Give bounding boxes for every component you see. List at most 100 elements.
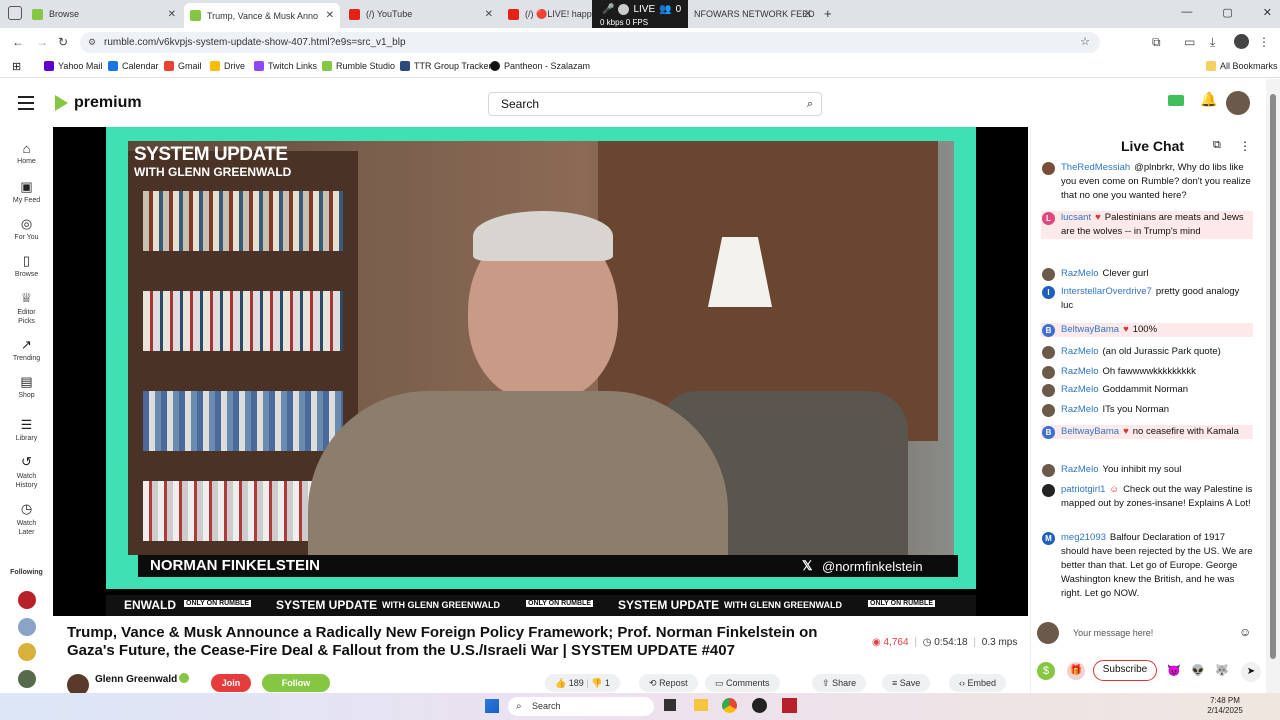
gift-icon[interactable]: 🎁 bbox=[1067, 662, 1085, 680]
repost-button[interactable]: ⟲ Repost bbox=[639, 674, 698, 692]
tab-youtube[interactable]: (/) YouTube ✕ bbox=[343, 4, 499, 24]
chat-user-avatar[interactable] bbox=[1042, 384, 1055, 397]
chat-menu-icon[interactable]: ⋮ bbox=[1239, 139, 1251, 153]
embed-button[interactable]: ‹› Embed bbox=[949, 674, 1007, 692]
chrome-icon[interactable] bbox=[722, 698, 737, 713]
scrollbar-thumb[interactable] bbox=[1270, 94, 1276, 659]
file-explorer-icon[interactable] bbox=[694, 699, 708, 711]
profile-avatar[interactable] bbox=[1234, 34, 1249, 49]
maximize-icon[interactable]: ▢ bbox=[1222, 6, 1232, 19]
nav-library[interactable]: ☰ Library bbox=[0, 417, 53, 442]
search-icon[interactable]: ⌕ bbox=[807, 93, 813, 115]
page-scrollbar[interactable] bbox=[1266, 79, 1280, 693]
close-tab-icon[interactable]: ✕ bbox=[326, 10, 334, 21]
follow-button[interactable]: Follow bbox=[262, 674, 330, 692]
chat-username[interactable]: BeltwayBama bbox=[1061, 426, 1119, 437]
bookmark-ttr-group-tracker[interactable]: TTR Group Tracker bbox=[400, 61, 492, 71]
nav-for-you[interactable]: ◎ For You bbox=[0, 216, 53, 241]
chat-username[interactable]: RazMelo bbox=[1061, 366, 1099, 377]
task-view-icon[interactable] bbox=[664, 699, 676, 711]
emote-icon[interactable]: 😈 bbox=[1167, 664, 1181, 677]
chat-user-avatar[interactable]: I bbox=[1042, 286, 1055, 299]
chat-username[interactable]: meg21093 bbox=[1061, 532, 1106, 543]
tab-infowars[interactable]: NFOWARS NETWORK FEED ✕ bbox=[688, 4, 818, 24]
tab-active-video[interactable]: Trump, Vance & Musk Anno ✕ bbox=[184, 3, 340, 28]
reload-icon[interactable]: ↻ bbox=[58, 35, 68, 49]
notifications-bell-icon[interactable]: 🔔 bbox=[1200, 91, 1217, 108]
nav-watch-history[interactable]: ↺ Watch History bbox=[0, 454, 53, 490]
new-tab-icon[interactable]: + bbox=[824, 6, 832, 21]
chat-username[interactable]: InterstellarOverdrive7 bbox=[1061, 286, 1152, 297]
nav-editor-picks[interactable]: ♕ Editor Picks bbox=[0, 290, 53, 326]
emote-icon[interactable]: 👽 bbox=[1191, 664, 1205, 677]
site-info-icon[interactable]: ⚙ bbox=[88, 32, 96, 53]
subscribe-button[interactable]: Subscribe bbox=[1093, 660, 1157, 681]
all-bookmarks[interactable]: All Bookmarks bbox=[1206, 61, 1278, 71]
close-tab-icon[interactable]: ✕ bbox=[485, 9, 493, 20]
chat-user-avatar[interactable] bbox=[1042, 366, 1055, 379]
chat-user-avatar[interactable] bbox=[1042, 346, 1055, 359]
address-bar[interactable]: ⚙ rumble.com/v6kvpjs-system-update-show-… bbox=[80, 32, 1100, 53]
tab-browse[interactable]: Browse ✕ bbox=[26, 4, 182, 24]
bookmark-calendar[interactable]: Calendar bbox=[108, 61, 159, 71]
chat-username[interactable]: TheRedMessiah bbox=[1061, 162, 1130, 173]
chat-username[interactable]: RazMelo bbox=[1061, 384, 1099, 395]
chat-username[interactable]: RazMelo bbox=[1061, 346, 1099, 357]
chat-message-input[interactable]: Your message here! bbox=[1067, 624, 1253, 642]
user-avatar[interactable] bbox=[1226, 91, 1250, 115]
bookmark-rumble-studio[interactable]: Rumble Studio bbox=[322, 61, 395, 71]
taskbar-search[interactable]: ⌕ Search bbox=[508, 697, 654, 716]
chat-username[interactable]: RazMelo bbox=[1061, 464, 1099, 475]
menu-kebab-icon[interactable]: ⋮ bbox=[1258, 35, 1270, 49]
tab-youtube-live[interactable]: (/) 🔴LIVE! happy bbox=[502, 4, 592, 24]
chat-username[interactable]: RazMelo bbox=[1061, 268, 1099, 279]
bookmark-twitch-links[interactable]: Twitch Links bbox=[254, 61, 317, 71]
search-input[interactable]: Search ⌕ bbox=[488, 92, 822, 116]
chat-user-avatar[interactable]: B bbox=[1042, 426, 1055, 439]
following-channel-avatar[interactable] bbox=[18, 591, 36, 609]
following-channel-avatar[interactable] bbox=[18, 643, 36, 661]
windows-start-icon[interactable] bbox=[485, 699, 499, 713]
bookmark-yahoo-mail[interactable]: Yahoo Mail bbox=[44, 61, 102, 71]
rant-dollar-icon[interactable]: $ bbox=[1037, 662, 1055, 680]
nav-watch-later[interactable]: ◷ Watch Later bbox=[0, 501, 53, 537]
bookmark-gmail[interactable]: Gmail bbox=[164, 61, 202, 71]
bookmark-star-icon[interactable]: ☆ bbox=[1080, 32, 1090, 53]
close-tab-icon[interactable]: ✕ bbox=[168, 9, 176, 20]
nav-shop[interactable]: ▤ Shop bbox=[0, 374, 53, 399]
chat-user-avatar[interactable] bbox=[1042, 268, 1055, 281]
join-button[interactable]: Join bbox=[211, 674, 251, 692]
close-tab-icon[interactable]: ✕ bbox=[804, 9, 812, 20]
bookmark-drive[interactable]: Drive bbox=[210, 61, 245, 71]
forward-icon[interactable]: → bbox=[36, 35, 48, 49]
share-button[interactable]: ⇪ Share bbox=[812, 674, 867, 692]
popout-chat-icon[interactable]: ⧉ bbox=[1213, 139, 1221, 152]
chat-user-avatar[interactable] bbox=[1042, 404, 1055, 417]
chat-username[interactable]: lucsant bbox=[1061, 212, 1091, 223]
chat-user-avatar[interactable] bbox=[1042, 464, 1055, 477]
apps-grid-icon[interactable]: ⊞ bbox=[12, 60, 21, 73]
rumble-logo[interactable]: premium bbox=[52, 93, 142, 113]
tab-search-icon[interactable] bbox=[8, 6, 22, 20]
bookmark-pantheon[interactable]: Pantheon - Szalazam bbox=[490, 61, 590, 71]
app-icon[interactable] bbox=[782, 698, 797, 713]
emote-icon[interactable]: 🐺 bbox=[1215, 664, 1229, 677]
send-message-icon[interactable]: ➤ bbox=[1241, 662, 1261, 682]
nav-home[interactable]: ⌂ Home bbox=[0, 141, 53, 165]
like-dislike-button[interactable]: 👍 189 | 👎 1 bbox=[545, 674, 620, 692]
nav-browse[interactable]: ▯ Browse bbox=[0, 253, 53, 278]
chat-username[interactable]: BeltwayBama bbox=[1061, 324, 1119, 335]
save-button[interactable]: ≡ Save bbox=[882, 674, 931, 692]
download-icon[interactable]: ⤓ bbox=[1210, 35, 1215, 50]
hamburger-menu-icon[interactable] bbox=[18, 96, 34, 110]
back-icon[interactable]: ← bbox=[12, 35, 24, 49]
chat-username[interactable]: RazMelo bbox=[1061, 404, 1099, 415]
reading-list-icon[interactable]: ▭ bbox=[1184, 35, 1195, 49]
chat-user-avatar[interactable]: M bbox=[1042, 532, 1055, 545]
obs-icon[interactable] bbox=[752, 698, 767, 713]
chat-user-avatar[interactable] bbox=[1042, 162, 1055, 175]
emoji-icon[interactable]: ☺ bbox=[1239, 625, 1251, 639]
chat-user-avatar[interactable]: L bbox=[1042, 212, 1055, 225]
chat-user-avatar[interactable] bbox=[1042, 484, 1055, 497]
nav-my-feed[interactable]: ▣ My Feed bbox=[0, 179, 53, 204]
